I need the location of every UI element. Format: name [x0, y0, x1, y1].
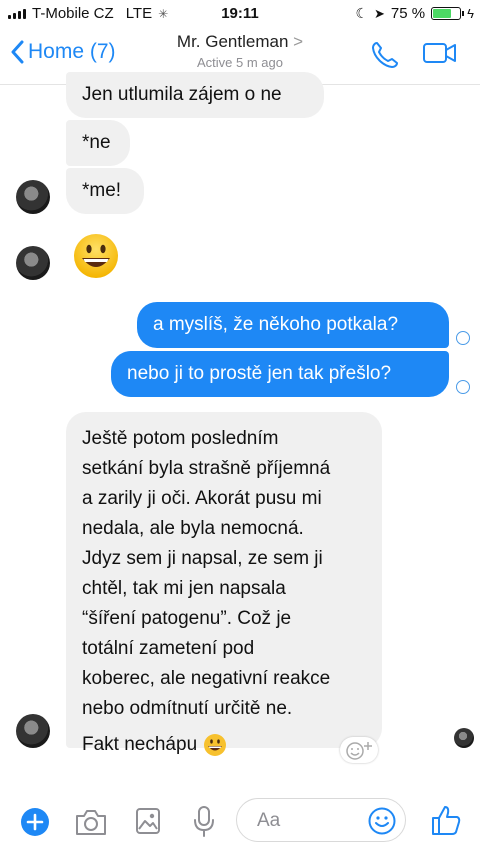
- outgoing-message[interactable]: nebo ji to prostě jen tak přešlo?: [111, 351, 449, 397]
- message-line: Jdyz sem ji napsal, ze sem ji: [82, 548, 323, 569]
- avatar[interactable]: [16, 714, 50, 748]
- charging-icon: ϟ: [467, 6, 474, 21]
- like-icon[interactable]: [430, 803, 462, 837]
- location-icon: ➤: [374, 5, 385, 21]
- active-status: Active 5 m ago: [197, 55, 283, 70]
- add-reaction-button[interactable]: [340, 737, 378, 763]
- message-line: “šíření patogenu”. Což je: [82, 608, 292, 629]
- camera-icon[interactable]: [74, 807, 108, 837]
- message-line: nedala, ale byla nemocná.: [82, 518, 304, 539]
- composer-bar: Aa: [0, 790, 480, 854]
- back-label: Home (7): [28, 40, 116, 63]
- message-line: Ještě potom posledním: [82, 428, 279, 449]
- status-bar: T-Mobile CZ LTE ✳ 19:11 ☾ ➤ 75 % ϟ: [0, 0, 480, 26]
- incoming-message[interactable]: *ne: [66, 120, 130, 166]
- sent-indicator: [456, 331, 470, 345]
- message-line: a zarily ji oči. Akorát pusu mi: [82, 488, 322, 509]
- back-button[interactable]: Home (7): [10, 40, 116, 64]
- chevron-right-icon: >: [293, 32, 304, 51]
- chevron-left-icon: [11, 40, 24, 64]
- incoming-message[interactable]: Ještě potom posledním setkání byla straš…: [66, 412, 382, 756]
- incoming-message[interactable]: Jen utlumila zájem o ne: [66, 72, 324, 118]
- message-line: totální zametení pod: [82, 638, 255, 659]
- battery-icon: [431, 7, 465, 20]
- video-icon[interactable]: [422, 40, 458, 66]
- message-text: *ne: [82, 132, 111, 153]
- message-text: a myslíš, že někoho potkala?: [153, 314, 399, 335]
- incoming-message[interactable]: *me!: [66, 168, 144, 214]
- battery-percent: 75 %: [390, 5, 426, 22]
- grinning-face-icon[interactable]: [72, 232, 120, 280]
- phone-icon[interactable]: [370, 40, 400, 70]
- contact-name: Mr. Gentleman: [176, 32, 289, 51]
- microphone-icon[interactable]: [191, 804, 217, 838]
- message-line: koberec, ale negativní reakce: [82, 668, 331, 689]
- message-text: nebo ji to prostě jen tak přešlo?: [127, 363, 392, 384]
- outgoing-message[interactable]: a myslíš, že někoho potkala?: [137, 302, 449, 348]
- grinning-face-icon: [204, 734, 227, 756]
- avatar[interactable]: [16, 180, 50, 214]
- message-line: nebo odmítnutí určitě ne.: [82, 698, 293, 719]
- plus-icon[interactable]: [20, 807, 50, 837]
- add-reaction-icon: [346, 742, 372, 760]
- seen-avatar: [454, 728, 474, 748]
- gallery-icon[interactable]: [134, 806, 162, 836]
- message-line: setkání byla strašně příjemná: [82, 458, 331, 479]
- contact-title[interactable]: Mr. Gentleman > Active 5 m ago: [150, 32, 330, 70]
- message-text: Jen utlumila zájem o ne: [82, 84, 282, 105]
- moon-icon: ☾: [355, 5, 368, 21]
- avatar[interactable]: [16, 246, 50, 280]
- message-text: *me!: [82, 180, 122, 201]
- message-input[interactable]: Aa: [236, 798, 406, 842]
- message-input-placeholder: Aa: [257, 810, 281, 831]
- sent-indicator: [456, 380, 470, 394]
- message-line: chtěl, tak mi jen napsala: [82, 578, 286, 599]
- message-line: Fakt nechápu: [82, 734, 198, 755]
- emoji-icon[interactable]: [367, 806, 397, 836]
